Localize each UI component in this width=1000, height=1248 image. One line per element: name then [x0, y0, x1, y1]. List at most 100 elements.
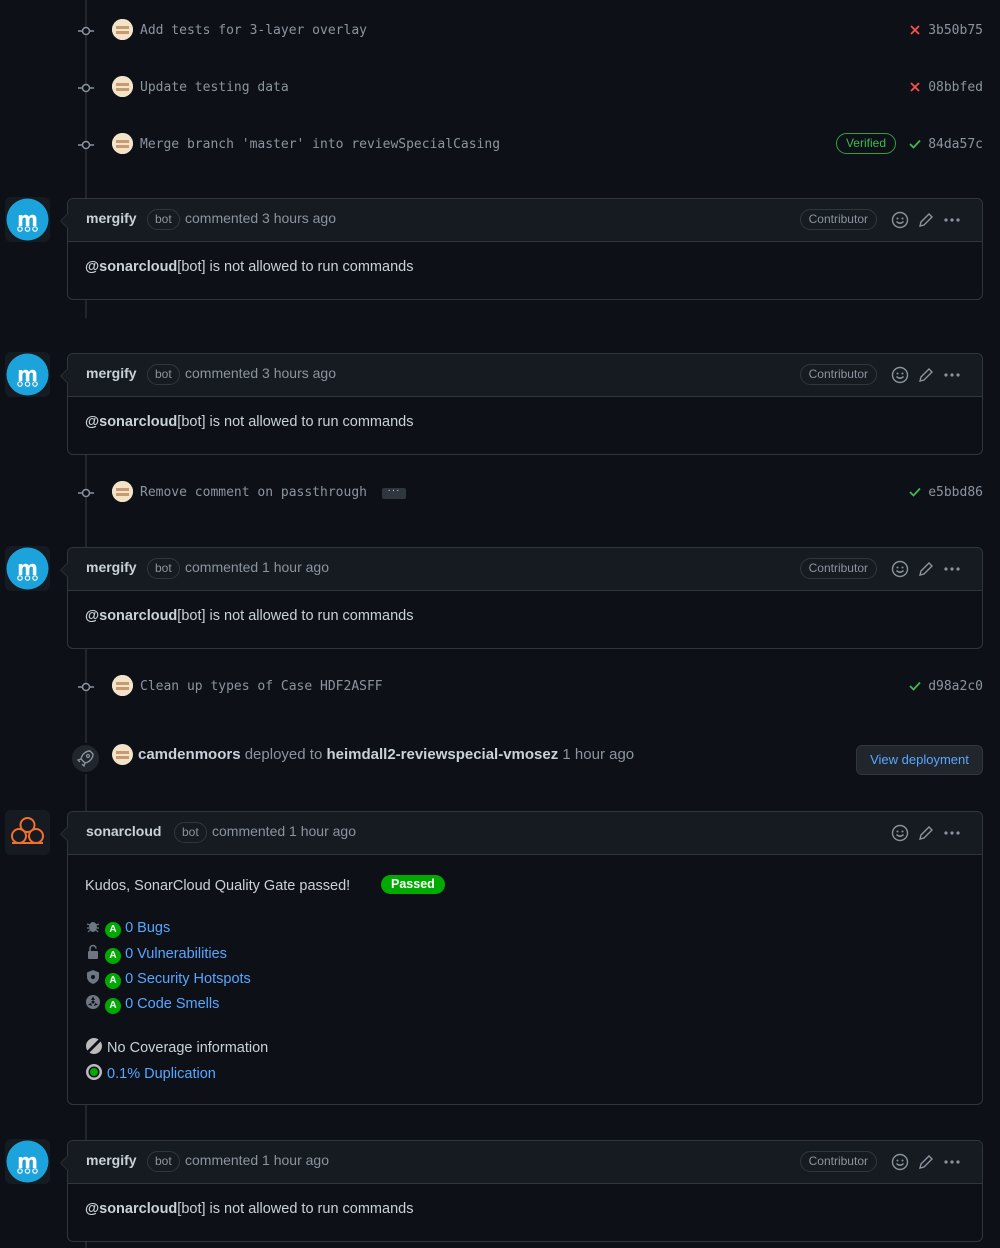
commit-sha[interactable]: d98a2c0 — [928, 679, 983, 694]
code-smells-link[interactable]: 0 Code Smells — [125, 996, 219, 1012]
no-coverage-icon — [86, 1038, 102, 1054]
comment-body: Kudos, SonarCloud Quality Gate passed! P… — [68, 855, 982, 1105]
expand-commit-button[interactable]: ··· — [382, 486, 406, 499]
x-icon[interactable] — [908, 23, 922, 37]
comment-author[interactable]: mergify — [86, 1152, 137, 1168]
comment-header: mergify bot commented 1 hour ago Contrib… — [60, 548, 982, 591]
pencil-icon[interactable] — [917, 366, 935, 384]
hotspots-link[interactable]: 0 Security Hotspots — [125, 971, 251, 987]
commit-message[interactable]: Merge branch 'master' into reviewSpecial… — [140, 137, 500, 152]
commit-row: Update testing data 08bbfed — [0, 74, 1000, 102]
pencil-icon[interactable] — [917, 211, 935, 229]
vulnerabilities-row: A 0 Vulnerabilities — [85, 944, 227, 966]
commit-message[interactable]: Add tests for 3-layer overlay — [140, 23, 367, 38]
grade-badge[interactable]: A — [105, 948, 122, 964]
check-icon[interactable] — [908, 137, 922, 151]
passed-badge[interactable]: Passed — [381, 875, 445, 894]
lock-icon — [88, 944, 98, 959]
kebab-menu-icon[interactable] — [943, 366, 961, 384]
smiley-icon[interactable] — [891, 211, 909, 229]
deploy-environment[interactable]: heimdall2-reviewspecial-vmosez — [326, 746, 558, 763]
comment-body: @sonarcloud[bot] is not allowed to run c… — [68, 242, 982, 292]
kebab-menu-icon[interactable] — [943, 1153, 961, 1171]
deployment-event: camdenmoors deployed to heimdall2-review… — [138, 746, 634, 763]
duplication-link[interactable]: 0.1% Duplication — [107, 1066, 216, 1082]
commit-sha[interactable]: e5bbd86 — [928, 485, 983, 500]
deploy-time[interactable]: 1 hour ago — [562, 746, 634, 763]
bot-label: bot — [147, 364, 180, 385]
comment-author[interactable]: mergify — [86, 559, 137, 575]
grade-badge[interactable]: A — [105, 922, 122, 938]
comment-box: mergify bot commented 3 hours ago Contri… — [60, 198, 983, 300]
mergify-avatar[interactable]: m — [5, 197, 50, 242]
comment-time[interactable]: commented 3 hours ago — [185, 365, 336, 381]
comment-time[interactable]: commented 1 hour ago — [185, 559, 329, 575]
comment-time[interactable]: commented 1 hour ago — [185, 1152, 329, 1168]
mergify-avatar[interactable]: m — [5, 1139, 50, 1184]
grade-badge[interactable]: A — [105, 998, 122, 1014]
comment-body: @sonarcloud[bot] is not allowed to run c… — [68, 1184, 982, 1234]
pencil-icon[interactable] — [917, 560, 935, 578]
contributor-badge: Contributor — [799, 209, 877, 230]
commit-sha[interactable]: 08bbfed — [928, 80, 983, 95]
verified-badge[interactable]: Verified — [835, 133, 896, 154]
avatar[interactable] — [112, 76, 133, 97]
mention-link[interactable]: @sonarcloud — [85, 608, 177, 624]
deploy-user[interactable]: camdenmoors — [138, 746, 241, 763]
mention-link[interactable]: @sonarcloud — [85, 414, 177, 430]
commit-row: Merge branch 'master' into reviewSpecial… — [0, 131, 1000, 159]
kebab-menu-icon[interactable] — [943, 560, 961, 578]
coverage-text: No Coverage information — [107, 1040, 269, 1056]
bug-icon — [86, 922, 100, 933]
commit-row: Remove comment on passthrough ··· e5bbd8… — [0, 479, 1000, 507]
check-icon[interactable] — [908, 679, 922, 693]
smiley-icon[interactable] — [891, 366, 909, 384]
avatar[interactable] — [112, 133, 133, 154]
comment-author[interactable]: sonarcloud — [86, 823, 161, 839]
view-deployment-button[interactable]: View deployment — [856, 745, 983, 775]
avatar[interactable] — [112, 744, 133, 765]
avatar[interactable] — [112, 19, 133, 40]
commit-message[interactable]: Clean up types of Case HDF2ASFF — [140, 679, 383, 694]
comment-text: [bot] is not allowed to run commands — [177, 259, 414, 275]
pencil-icon[interactable] — [917, 1153, 935, 1171]
shield-icon — [87, 970, 99, 984]
commit-message[interactable]: Update testing data — [140, 80, 289, 95]
kebab-menu-icon[interactable] — [943, 824, 961, 842]
duplication-icon — [86, 1064, 102, 1080]
contributor-badge: Contributor — [799, 364, 877, 385]
mergify-avatar[interactable]: m — [5, 352, 50, 397]
bugs-link[interactable]: 0 Bugs — [125, 920, 170, 936]
timeline-line — [85, 1241, 87, 1248]
comment-time[interactable]: commented 1 hour ago — [212, 823, 356, 839]
check-icon[interactable] — [908, 485, 922, 499]
hotspots-row: A 0 Security Hotspots — [85, 969, 251, 991]
vulnerabilities-link[interactable]: 0 Vulnerabilities — [125, 946, 227, 962]
x-icon[interactable] — [908, 80, 922, 94]
comment-body: @sonarcloud[bot] is not allowed to run c… — [68, 591, 982, 641]
comment-time[interactable]: commented 3 hours ago — [185, 210, 336, 226]
mention-link[interactable]: @sonarcloud — [85, 259, 177, 275]
comment-header: mergify bot commented 1 hour ago Contrib… — [60, 1141, 982, 1184]
commit-node-icon — [78, 488, 94, 498]
commit-message[interactable]: Remove comment on passthrough — [140, 485, 367, 500]
comment-header: mergify bot commented 3 hours ago Contri… — [60, 199, 982, 242]
smiley-icon[interactable] — [891, 560, 909, 578]
smiley-icon[interactable] — [891, 1153, 909, 1171]
avatar[interactable] — [112, 675, 133, 696]
contributor-badge: Contributor — [799, 558, 877, 579]
kebab-menu-icon[interactable] — [943, 211, 961, 229]
sonarcloud-avatar[interactable] — [5, 810, 50, 855]
mergify-avatar[interactable]: m — [5, 546, 50, 591]
grade-badge[interactable]: A — [105, 973, 122, 989]
pencil-icon[interactable] — [917, 824, 935, 842]
avatar[interactable] — [112, 481, 133, 502]
commit-sha[interactable]: 3b50b75 — [928, 23, 983, 38]
smiley-icon[interactable] — [891, 824, 909, 842]
mention-link[interactable]: @sonarcloud — [85, 1201, 177, 1217]
comment-author[interactable]: mergify — [86, 210, 137, 226]
commit-sha[interactable]: 84da57c — [928, 137, 983, 152]
commit-node-icon — [78, 26, 94, 36]
comment-author[interactable]: mergify — [86, 365, 137, 381]
comment-box: mergify bot commented 3 hours ago Contri… — [60, 353, 983, 455]
